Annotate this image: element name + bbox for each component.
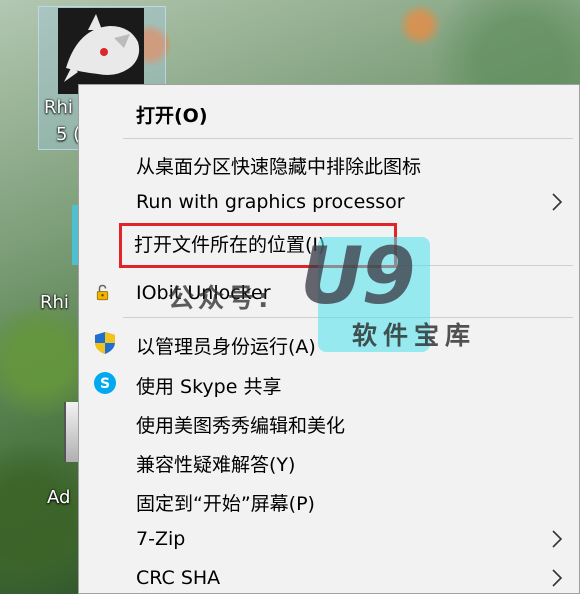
svg-text:S: S (100, 376, 110, 392)
chevron-right-icon (552, 569, 563, 587)
menu-separator (123, 138, 573, 139)
menu-item-meitu-edit[interactable]: 使用美图秀秀编辑和美化 (79, 403, 579, 441)
desktop-icon-label[interactable]: Rhi (40, 292, 69, 313)
menu-item-open[interactable]: 打开(O) (79, 93, 579, 131)
menu-item-exclude-from-fence[interactable]: 从桌面分区快速隐藏中排除此图标 (79, 144, 579, 182)
menu-item-label: CRC SHA (136, 567, 221, 589)
menu-item-label: 打开(O) (136, 105, 208, 127)
menu-item-label: 7-Zip (136, 528, 186, 550)
lock-icon (96, 284, 109, 301)
rhino-app-icon[interactable] (58, 8, 144, 94)
menu-item-crc-sha[interactable]: CRC SHA (79, 559, 579, 594)
desktop-icon-label[interactable]: Rhi (44, 97, 73, 118)
menu-item-compat-troubleshoot[interactable]: 兼容性疑难解答(Y) (79, 442, 579, 480)
desktop-background: Rhi 5 ( Rhi Ad 打开(O) 从桌面分区快速隐藏中排除此图标 Run… (0, 0, 580, 594)
skype-icon: S (94, 372, 116, 394)
menu-item-pin-to-start[interactable]: 固定到“开始”屏幕(P) (79, 481, 579, 519)
chevron-right-icon (552, 530, 563, 548)
menu-item-label: 以管理员身份运行(A) (136, 336, 316, 358)
menu-item-label: 兼容性疑难解答(Y) (136, 454, 296, 476)
desktop-icon-label[interactable]: Ad (47, 487, 70, 508)
menu-item-label: 使用 Skype 共享 (136, 376, 282, 398)
chevron-right-icon (552, 193, 563, 211)
watermark-prefix-text: 公众号: (168, 284, 273, 314)
menu-item-7zip[interactable]: 7-Zip (79, 520, 579, 558)
menu-item-label: Run with graphics processor (136, 191, 405, 213)
menu-item-label: 使用美图秀秀编辑和美化 (136, 415, 346, 437)
menu-item-label: 从桌面分区快速隐藏中排除此图标 (136, 156, 422, 178)
watermark-subtitle-text: 软件宝库 (352, 321, 477, 350)
watermark-logo-text: U9 (300, 232, 416, 322)
menu-item-label: 固定到“开始”屏幕(P) (136, 493, 315, 515)
menu-item-run-with-gpu[interactable]: Run with graphics processor (79, 183, 579, 221)
desktop-icon-label[interactable]: 5 ( (56, 124, 80, 145)
menu-item-share-skype[interactable]: S 使用 Skype 共享 (79, 364, 579, 402)
uac-shield-icon (95, 332, 115, 354)
